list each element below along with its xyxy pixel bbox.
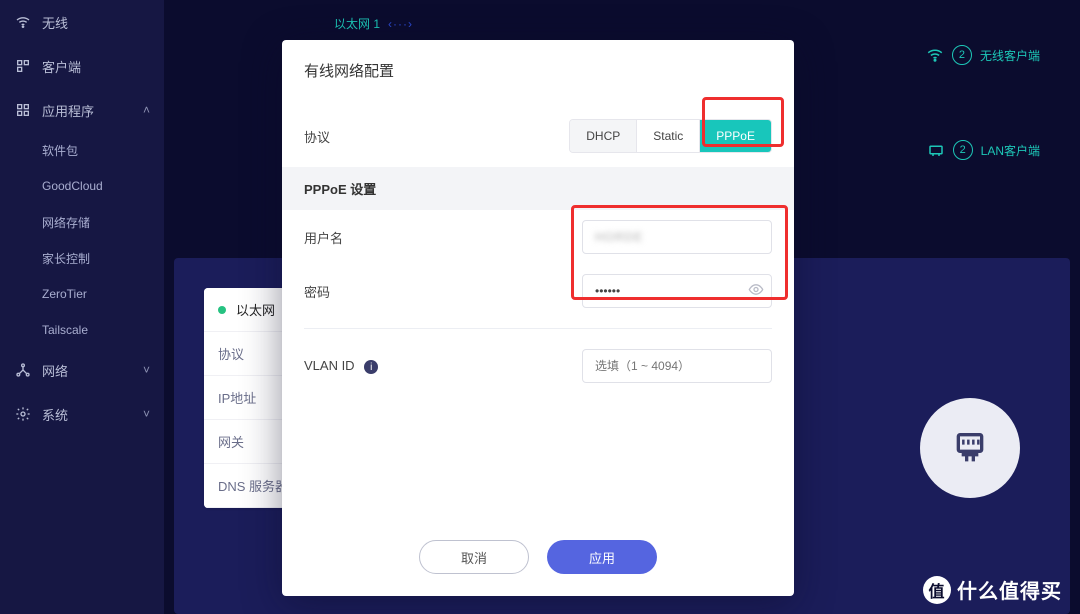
nav-label: 无线: [42, 13, 68, 32]
nav-sub-parental[interactable]: 家长控制: [0, 240, 164, 276]
nav-sub-label: ZeroTier: [42, 287, 87, 301]
divider: [304, 328, 772, 329]
topology-lan-clients[interactable]: 2 LAN客户端: [927, 140, 1040, 160]
wired-config-modal: 有线网络配置 协议 DHCP Static PPPoE PPPoE 设置 用户名…: [282, 40, 794, 596]
clients-icon: [14, 57, 32, 75]
protocol-label: 协议: [304, 127, 424, 146]
cancel-button[interactable]: 取消: [419, 540, 529, 574]
nav-sub-label: 家长控制: [42, 250, 90, 267]
row-username: 用户名 HORDE: [282, 210, 794, 264]
eye-icon[interactable]: [748, 282, 764, 301]
protocol-segmented: DHCP Static PPPoE: [569, 119, 772, 153]
ethernet-plug-icon: [950, 428, 990, 468]
gear-icon: [14, 405, 32, 423]
nav-apps[interactable]: 应用程序 ˄: [0, 88, 164, 132]
password-label: 密码: [304, 282, 424, 301]
chevron-down-icon: ˅: [143, 363, 150, 377]
apply-button[interactable]: 应用: [547, 540, 657, 574]
nav-label: 客户端: [42, 57, 81, 76]
nav-system[interactable]: 系统 ˅: [0, 392, 164, 436]
topology-label: 无线客户端: [980, 47, 1040, 64]
topology-arrows-icon: ‹···›: [388, 17, 413, 31]
row-protocol: 协议 DHCP Static PPPoE: [282, 109, 794, 163]
tab-label: 以太网: [236, 300, 275, 319]
topology-wifi-clients[interactable]: 2 无线客户端: [926, 45, 1040, 65]
watermark-badge-icon: 值: [923, 576, 951, 604]
topology-label: LAN客户端: [981, 142, 1040, 159]
nav-clients[interactable]: 客户端: [0, 44, 164, 88]
status-dot-icon: [218, 306, 226, 314]
modal-actions: 取消 应用: [282, 528, 794, 596]
topology-eth-port: 以太网 1 ‹···›: [334, 15, 413, 32]
count-badge: 2: [952, 45, 972, 65]
modal-title: 有线网络配置: [282, 40, 794, 109]
wifi-icon: [14, 13, 32, 31]
nav-sub-zerotier[interactable]: ZeroTier: [0, 276, 164, 312]
apps-icon: [14, 101, 32, 119]
protocol-dhcp[interactable]: DHCP: [570, 120, 637, 152]
nav-sub-storage[interactable]: 网络存储: [0, 204, 164, 240]
protocol-static[interactable]: Static: [637, 120, 700, 152]
sidebar: 无线 客户端 应用程序 ˄ 软件包 GoodCloud 网络存储 家长控制 Ze…: [0, 0, 164, 614]
vlan-input[interactable]: [582, 349, 772, 383]
chevron-down-icon: ˅: [143, 407, 150, 421]
network-icon: [14, 361, 32, 379]
username-input[interactable]: HORDE: [582, 220, 772, 254]
nav-network[interactable]: 网络 ˅: [0, 348, 164, 392]
section-pppoe: PPPoE 设置: [282, 167, 794, 210]
nav-label: 网络: [42, 361, 68, 380]
ethernet-icon: [927, 141, 945, 159]
nav-wireless[interactable]: 无线: [0, 0, 164, 44]
nav-sub-label: Tailscale: [42, 323, 88, 337]
nav-label: 系统: [42, 405, 68, 424]
watermark: 值 什么值得买: [923, 575, 1062, 604]
count-badge: 2: [953, 140, 973, 160]
username-label: 用户名: [304, 228, 424, 247]
nav-sub-label: GoodCloud: [42, 179, 103, 193]
watermark-text: 什么值得买: [957, 575, 1062, 604]
nav-label: 应用程序: [42, 101, 94, 120]
row-vlan: VLAN ID i: [282, 339, 794, 393]
topology-label: 以太网 1: [334, 15, 380, 32]
wifi-icon: [926, 46, 944, 64]
nav-sub-goodcloud[interactable]: GoodCloud: [0, 168, 164, 204]
chevron-up-icon: ˄: [143, 103, 150, 117]
nav-sub-label: 软件包: [42, 142, 78, 159]
nav-sub-pkg[interactable]: 软件包: [0, 132, 164, 168]
vlan-label: VLAN ID i: [304, 358, 424, 375]
password-input[interactable]: [582, 274, 772, 308]
ethernet-badge: [920, 398, 1020, 498]
info-icon[interactable]: i: [364, 360, 378, 374]
nav-sub-label: 网络存储: [42, 214, 90, 231]
row-password: 密码: [282, 264, 794, 318]
protocol-pppoe[interactable]: PPPoE: [700, 120, 771, 152]
nav-sub-tailscale[interactable]: Tailscale: [0, 312, 164, 348]
